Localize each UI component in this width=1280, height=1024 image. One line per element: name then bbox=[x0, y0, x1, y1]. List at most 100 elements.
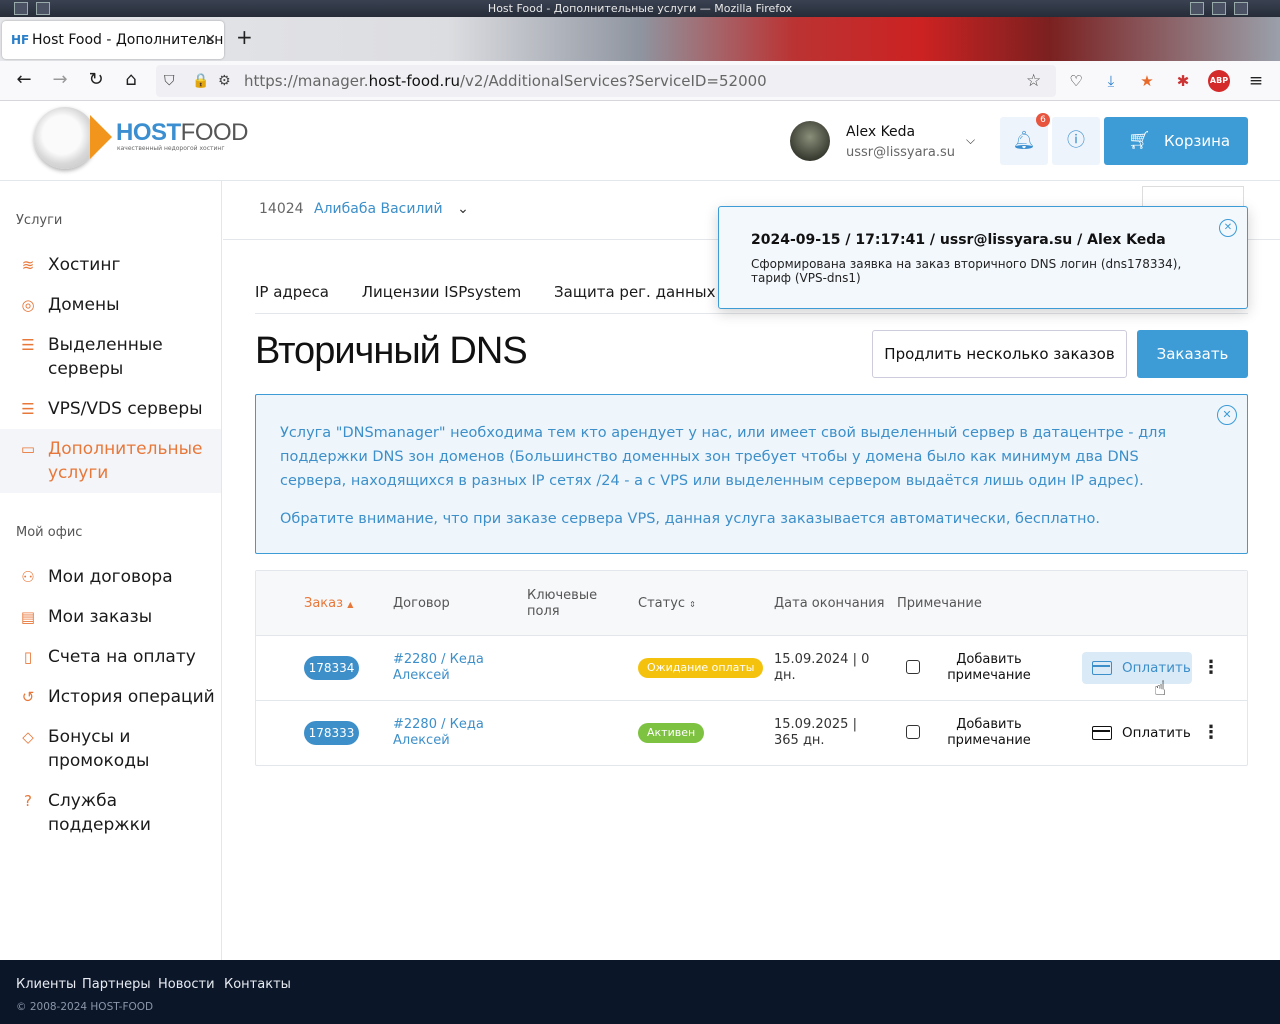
th-note: Примечание bbox=[897, 596, 982, 611]
sidebar-item-bonuses[interactable]: ◇ Бонусы и промокоды bbox=[0, 725, 221, 773]
users-icon: ⚇ bbox=[21, 568, 35, 586]
sort-asc-icon: ▲ bbox=[347, 600, 354, 609]
footer-link-news[interactable]: Новости bbox=[158, 977, 215, 992]
new-tab-icon[interactable]: + bbox=[236, 25, 253, 49]
reload-icon[interactable]: ↻ bbox=[85, 69, 107, 90]
maximize-icon[interactable] bbox=[1212, 2, 1226, 15]
contract-link[interactable]: #2280 / Кеда Алексей bbox=[393, 652, 503, 684]
orders-table: Заказ ▲ Договор Ключевые поля Статус ⇕ Д… bbox=[255, 570, 1248, 766]
logo-plate-icon bbox=[34, 107, 96, 169]
order-button[interactable]: Заказать bbox=[1137, 330, 1248, 378]
menu-hamburger-icon[interactable]: ≡ bbox=[1245, 70, 1267, 92]
site-header: HOSTFOOD качественный недорогой хостинг … bbox=[0, 101, 1280, 181]
th-order[interactable]: Заказ ▲ bbox=[304, 596, 353, 613]
sidebar-item-contracts[interactable]: ⚇ Мои договора bbox=[0, 565, 221, 589]
window-pin-icon[interactable] bbox=[36, 2, 50, 15]
browser-tab[interactable]: HF Host Food - Дополнительные услуги ✕ bbox=[2, 21, 224, 59]
extension-fox-icon[interactable]: ★ bbox=[1136, 70, 1158, 92]
more-vertical-icon[interactable]: ⋮ bbox=[1202, 721, 1220, 745]
sidebar-item-hosting[interactable]: ≋ Хостинг bbox=[0, 253, 221, 277]
sidebar-item-support[interactable]: ? Служба поддержки bbox=[0, 789, 221, 837]
avatar[interactable] bbox=[790, 121, 830, 161]
card-icon bbox=[1092, 661, 1112, 675]
status-badge: Ожидание оплаты bbox=[638, 658, 764, 678]
extension-tools-icon[interactable]: ✱ bbox=[1172, 70, 1194, 92]
url-path: /v2/AdditionalServices?ServiceID=52000 bbox=[459, 72, 767, 90]
downloads-icon[interactable]: ⤓ bbox=[1100, 70, 1122, 92]
client-selector[interactable]: 14024 Алибаба Василий ⌄ bbox=[259, 201, 469, 217]
user-email: ussr@lissyara.su bbox=[846, 145, 956, 160]
sidebar-item-invoices[interactable]: ▯ Счета на оплату bbox=[0, 645, 221, 669]
footer-link-partners[interactable]: Партнеры bbox=[82, 977, 151, 992]
pay-button[interactable]: Оплатить bbox=[1082, 652, 1192, 684]
footer-link-contacts[interactable]: Контакты bbox=[224, 977, 291, 992]
tab-strip: HF Host Food - Дополнительные услуги ✕ + bbox=[0, 17, 1280, 61]
renew-multiple-button[interactable]: Продлить несколько заказов bbox=[872, 330, 1127, 378]
bookmark-star-icon[interactable]: ☆ bbox=[1026, 65, 1041, 97]
help-button[interactable]: ⓘ bbox=[1052, 117, 1100, 165]
close-tab-icon[interactable]: ✕ bbox=[204, 21, 216, 59]
info-text: Услуга "DNSmanager" необходима тем кто а… bbox=[280, 425, 1167, 489]
info-box: Услуга "DNSmanager" необходима тем кто а… bbox=[255, 394, 1248, 554]
tab-ip[interactable]: IP адреса bbox=[255, 283, 329, 301]
notification-badge: 6 bbox=[1036, 113, 1050, 127]
sidebar-item-orders[interactable]: ▤ Мои заказы bbox=[0, 605, 221, 629]
add-note-link[interactable]: Добавить примечание bbox=[946, 652, 1032, 684]
th-keys: Ключевые поля bbox=[527, 588, 598, 619]
order-id[interactable]: 178334 bbox=[304, 656, 359, 680]
lock-icon[interactable]: 🔒 bbox=[192, 65, 209, 97]
favicon-icon: HF bbox=[11, 33, 30, 47]
pay-label: Оплатить bbox=[1122, 660, 1191, 676]
home-icon[interactable]: ⌂ bbox=[120, 69, 142, 90]
shield-icon[interactable]: ⛉ bbox=[164, 65, 175, 97]
url-bar[interactable]: ⛉ 🔒 ⚙ https://manager.host-food.ru/v2/Ad… bbox=[156, 65, 1056, 97]
note-icon[interactable] bbox=[906, 660, 920, 674]
note-icon[interactable] bbox=[906, 725, 920, 739]
sidebar-item-dedicated[interactable]: ☰ Выделенные серверы bbox=[0, 333, 221, 381]
toast-body: Сформирована заявка на заказ вторичного … bbox=[751, 257, 1182, 285]
close-window-icon[interactable] bbox=[1234, 2, 1248, 15]
sidebar-item-additional[interactable]: ▭ Дополнительные услуги bbox=[0, 429, 221, 493]
url-prefix: https://manager. bbox=[244, 72, 369, 90]
pocket-icon[interactable]: ♡ bbox=[1065, 70, 1087, 92]
service-tabs: IP адреса Лицензии ISPsystem Защита рег.… bbox=[255, 283, 796, 301]
cart-button[interactable]: 🛒︎ Корзина bbox=[1104, 117, 1248, 165]
chevron-down-icon[interactable]: ⌄ bbox=[457, 201, 469, 217]
window-icon: ▭ bbox=[20, 440, 36, 458]
back-icon[interactable]: ← bbox=[13, 69, 35, 90]
close-icon[interactable]: ✕ bbox=[1217, 405, 1237, 425]
permissions-icon[interactable]: ⚙ bbox=[218, 65, 231, 97]
tab-title: Host Food - Дополнительные услуги bbox=[32, 32, 224, 48]
window-menu-icon[interactable] bbox=[14, 2, 28, 15]
history-icon: ↺ bbox=[21, 688, 35, 706]
tab-whois-protection[interactable]: Защита рег. данных bbox=[554, 283, 715, 301]
adblock-icon[interactable]: ABP bbox=[1208, 70, 1230, 92]
close-icon[interactable]: ✕ bbox=[1219, 219, 1237, 237]
chevron-down-icon[interactable]: ⌵ bbox=[966, 133, 975, 148]
tab-isp-licenses[interactable]: Лицензии ISPsystem bbox=[362, 283, 521, 301]
sidebar-item-domains[interactable]: ◎ Домены bbox=[0, 293, 221, 317]
contract-link[interactable]: #2280 / Кеда Алексей bbox=[393, 717, 503, 749]
th-contract: Договор bbox=[393, 596, 450, 611]
invoice-icon: ▯ bbox=[23, 648, 33, 666]
minimize-icon[interactable] bbox=[1190, 2, 1204, 15]
sidebar-item-label: Дополнительные услуги bbox=[48, 439, 203, 483]
hand-cursor-icon: ☝ bbox=[1154, 676, 1167, 700]
pay-button[interactable]: Оплатить bbox=[1082, 717, 1192, 749]
table-row: 178334 #2280 / Кеда Алексей Ожидание опл… bbox=[256, 636, 1247, 701]
sidebar-item-history[interactable]: ↺ История операций bbox=[0, 685, 221, 709]
th-status[interactable]: Статус ⇕ bbox=[638, 596, 696, 613]
browser-toolbar: ← → ↻ ⌂ ⛉ 🔒 ⚙ https://manager.host-food.… bbox=[0, 61, 1280, 101]
add-note-link[interactable]: Добавить примечание bbox=[946, 717, 1032, 749]
logo-arrow-icon bbox=[90, 115, 112, 159]
sidebar-item-vps[interactable]: ☰ VPS/VDS серверы bbox=[0, 397, 221, 421]
toast-title: 2024-09-15 / 17:17:41 / ussr@lissyara.su… bbox=[751, 232, 1166, 248]
sidebar: Услуги ≋ Хостинг ◎ Домены ☰ Выделенные серв… bbox=[0, 181, 222, 960]
order-id[interactable]: 178333 bbox=[304, 721, 359, 745]
end-date: 15.09.2024 | 0 дн. bbox=[774, 652, 870, 683]
footer-link-clients[interactable]: Клиенты bbox=[16, 977, 76, 992]
forward-icon[interactable]: → bbox=[49, 69, 71, 90]
user-name[interactable]: Alex Keda bbox=[846, 124, 915, 140]
more-vertical-icon[interactable]: ⋮ bbox=[1202, 656, 1220, 680]
sidebar-item-label: Мои договора bbox=[48, 567, 173, 587]
